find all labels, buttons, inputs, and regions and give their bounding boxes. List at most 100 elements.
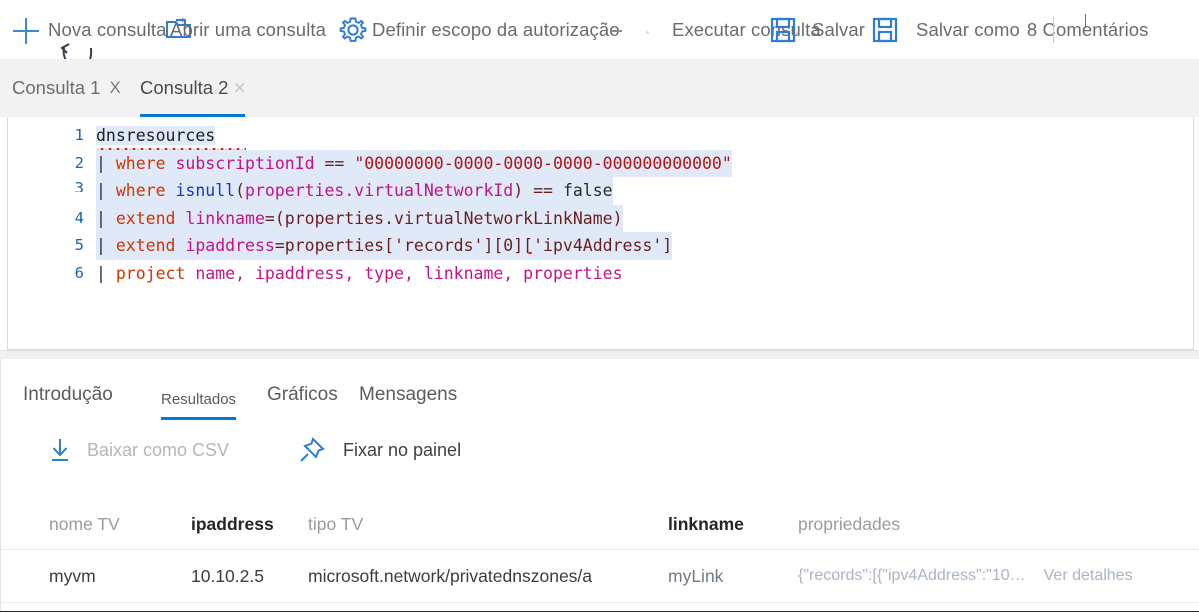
code-punct: ) (513, 181, 524, 200)
text-cursor-artifact (612, 30, 622, 32)
tab-introducao[interactable]: Introdução (23, 369, 113, 421)
close-icon[interactable]: X (109, 78, 120, 98)
close-icon[interactable]: ⨯ (232, 78, 246, 98)
caret-marker (526, 252, 535, 256)
open-query-label: Abrir uma consulta (170, 18, 327, 40)
editor-line: 6 | project name, ipaddress, type, linkn… (8, 260, 1193, 288)
open-query-button[interactable]: Abrir uma consulta (170, 0, 326, 59)
editor-line: 1 dnsresources (8, 122, 1193, 152)
gear-icon[interactable] (339, 16, 367, 44)
editor-line: 4 | extend linkname=(properties.virtualN… (8, 204, 1193, 232)
floppy-disk-icon[interactable] (872, 17, 898, 43)
save-as-button[interactable]: Salvar como 8 Comentários (916, 0, 1149, 59)
column-header-propriedades[interactable]: propriedades (798, 499, 900, 549)
view-details-link[interactable]: Ver detalhes (1044, 567, 1133, 585)
code-punct: ( (235, 181, 246, 200)
line-number: 5 (74, 236, 84, 254)
column-header-tipo[interactable]: tipo TV (308, 499, 363, 549)
download-icon (49, 437, 71, 463)
cell-propriedades: {"records":[{"ipv4Address":"10… Ver deta… (798, 550, 1133, 602)
code-keyword: extend (115, 208, 176, 228)
code-pipe: | (96, 263, 116, 283)
save-button[interactable]: Salvar (812, 0, 865, 59)
code-expression: =properties['records'][0]['ipv4Address'] (274, 236, 673, 255)
download-csv-label: Baixar como CSV (87, 439, 230, 460)
results-table: nome TV ipaddress tipo TV linkname propr… (1, 499, 1199, 603)
line-number: 1 (74, 126, 84, 144)
pin-to-dashboard-label: Fixar no painel (343, 439, 462, 460)
cell-nome: myvm (49, 565, 96, 586)
code-keyword: where (115, 153, 166, 173)
new-query-label: Nova consulta (48, 18, 167, 40)
editor-line-content[interactable]: | extend linkname=(properties.virtualNet… (96, 204, 623, 232)
tab-resultados[interactable]: Resultados (161, 373, 237, 425)
kql-query-editor[interactable]: 1 dnsresources 2 | where subscriptionId … (7, 117, 1194, 350)
pin-to-dashboard-button[interactable]: Fixar no painel (299, 437, 461, 463)
code-string: "00000000-0000-0000-0000-000000000000" (354, 153, 732, 173)
code-operator: == (533, 181, 553, 200)
code-identifier: properties.virtualNetworkId (245, 181, 514, 200)
code-pipe: | (96, 236, 116, 255)
editor-line-content[interactable]: | extend ipaddress=properties['records']… (96, 232, 673, 260)
line-number: 6 (74, 263, 84, 282)
download-csv-button[interactable]: Baixar como CSV (49, 437, 229, 463)
authorization-scope-label: Definir escopo da autorização (372, 18, 620, 40)
tab-label: Resultados (161, 390, 237, 408)
save-as-label: Salvar como (916, 18, 1020, 40)
column-header-ipaddress[interactable]: ipaddress (191, 499, 274, 549)
code-table-name: dnsresources (96, 126, 216, 145)
column-header-nome[interactable]: nome TV (49, 499, 120, 549)
line-number: 2 (74, 153, 84, 172)
command-bar: Nova consulta Abrir uma consulta Definir… (0, 0, 1199, 60)
code-identifier: linkname (185, 208, 265, 228)
floppy-disk-icon[interactable] (770, 17, 796, 43)
run-query-button[interactable]: Executar consulta (672, 0, 821, 59)
code-function: isnull (175, 181, 236, 200)
azure-resource-graph-explorer: Nova consulta Abrir uma consulta Definir… (0, 0, 1199, 612)
table-row[interactable]: myvm 10.10.2.5 microsoft.network/private… (1, 550, 1199, 603)
code-pipe: | (96, 208, 116, 228)
code-keyword: where (115, 181, 166, 200)
cell-ipaddress: 10.10.2.5 (191, 565, 264, 586)
cell-tipo: microsoft.network/privatednszones/a (308, 565, 593, 586)
code-identifier: ipaddress (185, 236, 275, 255)
code-pipe: | (96, 181, 116, 200)
authorization-scope-button[interactable]: Definir escopo da autorização (372, 0, 620, 59)
editor-line-content[interactable]: | project name, ipaddress, type, linknam… (96, 260, 623, 288)
tab-graficos[interactable]: Gráficos (267, 369, 338, 421)
editor-line: 5 | extend ipaddress=properties['records… (8, 232, 1193, 260)
code-value: false (562, 181, 613, 200)
tab-label: Mensagens (359, 384, 458, 405)
column-header-linkname[interactable]: linkname (668, 499, 744, 549)
line-number: 4 (74, 208, 84, 227)
editor-line-content[interactable]: dnsresources (96, 122, 246, 152)
code-keyword: extend (115, 236, 176, 255)
tab-label: Introdução (23, 384, 113, 405)
table-header-row: nome TV ipaddress tipo TV linkname propr… (1, 499, 1199, 550)
code-operator: == (324, 153, 345, 173)
editor-line: 3 | where isnull(properties.virtualNetwo… (8, 177, 1193, 205)
tab-label: Gráficos (267, 384, 338, 405)
faint-dot-artifact (646, 31, 649, 34)
code-pipe: | (96, 153, 116, 173)
tab-mensagens[interactable]: Mensagens (359, 369, 457, 421)
cell-linkname: myLink (668, 565, 724, 586)
query-tab-label: Consulta 2 (140, 77, 229, 98)
pin-icon (299, 437, 325, 463)
editor-line-content[interactable]: | where subscriptionId == "00000000-0000… (96, 149, 732, 177)
editor-line-content[interactable]: | where isnull(properties.virtualNetwork… (96, 177, 613, 205)
query-tab-consulta-1[interactable]: Consulta 1 X (12, 59, 121, 117)
code-column-list: name, ipaddress, type, linkname, propert… (195, 263, 623, 283)
comments-label[interactable]: 8 Comentários (1027, 19, 1149, 41)
query-tab-consulta-2[interactable]: Consulta 2 ⨯ (140, 59, 247, 117)
results-panel: Introdução Resultados Gráficos Mensagens (0, 359, 1199, 612)
